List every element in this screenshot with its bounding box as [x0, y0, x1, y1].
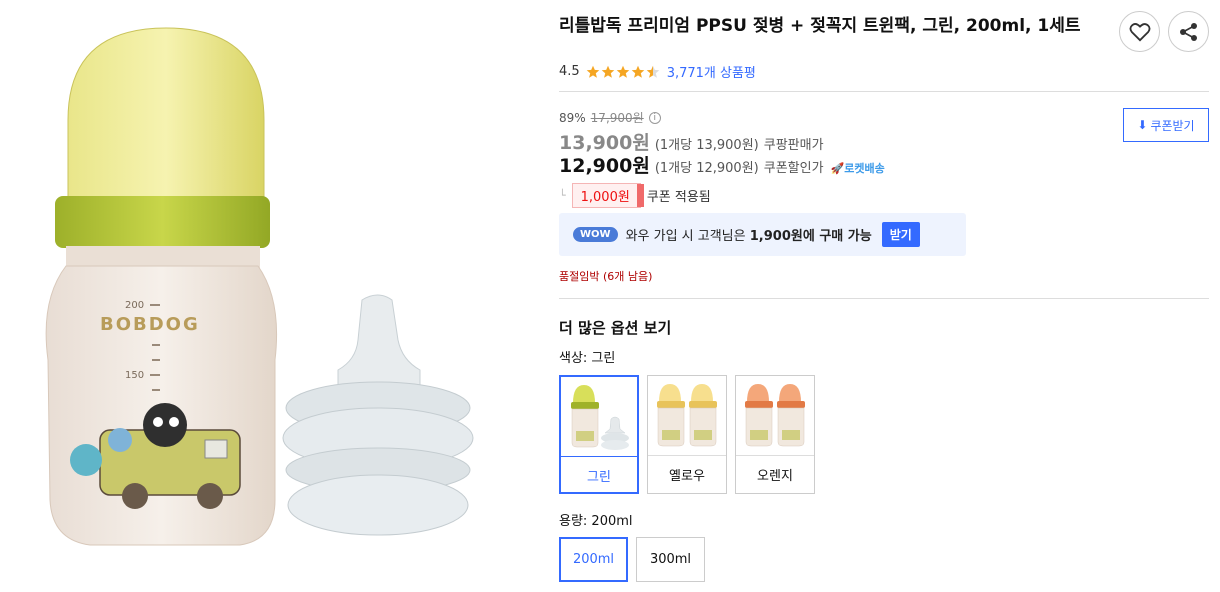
color-option-3[interactable]: 오렌지	[735, 375, 815, 494]
color-option-thumbnail	[648, 376, 726, 456]
wow-text: 와우 가입 시 고객님은 1,900원에 구매 가능	[625, 229, 872, 244]
baby-bottle-illustration: 200 150 BOBDOG	[45, 27, 474, 546]
heart-icon	[1129, 22, 1150, 41]
star-icon	[586, 65, 599, 78]
coupon-applied-row: └ 1,000원 쿠폰 적용됨	[559, 183, 711, 208]
rating-row: 4.5 3,771개 상품평	[559, 62, 756, 81]
svg-text:200: 200	[125, 300, 144, 311]
discount-rate: 89%	[559, 110, 586, 125]
capacity-option-2[interactable]: 300ml	[636, 537, 705, 582]
rocket-icon: 🚀	[830, 162, 845, 175]
star-icon	[631, 65, 644, 78]
product-title: 리틀밥독 프리미엄 PPSU 젖병 + 젖꼭지 트윈팩, 그린, 200ml, …	[559, 16, 1081, 36]
star-icon	[601, 65, 614, 78]
color-option-2[interactable]: 옐로우	[647, 375, 727, 494]
product-image[interactable]: 200 150 BOBDOG	[0, 0, 540, 592]
rating-score: 4.5	[559, 64, 580, 79]
color-option-thumbnail	[736, 376, 814, 456]
wishlist-button[interactable]	[1119, 11, 1160, 52]
coupon-amount-tag: 1,000원	[571, 183, 645, 208]
coupon-applied-text: 쿠폰 적용됨	[646, 190, 711, 205]
divider	[559, 91, 1209, 92]
stock-notice: 품절임박 (6개 남음)	[559, 270, 653, 283]
share-icon	[1179, 22, 1197, 41]
discount-row: 89% 17,900원 i	[559, 109, 661, 126]
star-rating	[586, 65, 660, 79]
review-count-link[interactable]: 3,771개 상품평	[667, 62, 756, 81]
get-coupon-button[interactable]: ⬇ 쿠폰받기	[1123, 108, 1209, 142]
color-option-name: 옐로우	[669, 469, 705, 484]
capacity-option-1[interactable]: 200ml	[559, 537, 628, 582]
original-price: 17,900원	[590, 111, 644, 125]
color-option-thumbnail	[561, 377, 637, 457]
bottle-thumbnail-image	[657, 383, 717, 446]
more-options-heading: 더 많은 옵션 보기	[559, 319, 672, 337]
wow-badge: WOW	[573, 227, 618, 242]
bottle-thumbnail-image	[571, 384, 629, 450]
share-button[interactable]	[1168, 11, 1209, 52]
divider	[559, 298, 1209, 299]
wow-membership-box: WOW 와우 가입 시 고객님은 1,900원에 구매 가능 받기	[559, 213, 966, 256]
svg-text:BOBDOG: BOBDOG	[100, 314, 200, 335]
capacity-option-label: 용량: 200ml	[559, 514, 633, 529]
star-icon	[646, 65, 659, 78]
coupon-price-row: 12,900원 (1개당 12,900원) 쿠폰할인가 🚀로켓배송	[559, 151, 885, 178]
coupon-price-label: 쿠폰할인가	[763, 161, 824, 176]
rocket-delivery-badge: 🚀로켓배송	[830, 162, 885, 175]
color-option-name: 오렌지	[757, 469, 793, 484]
color-option-name: 그린	[587, 470, 611, 485]
coupon-price: 12,900원	[559, 155, 650, 177]
color-option-label: 색상: 그린	[559, 351, 616, 366]
svg-text:150: 150	[125, 370, 144, 381]
star-icon	[616, 65, 629, 78]
corner-icon: └	[559, 189, 566, 202]
bottle-thumbnail-image	[745, 383, 805, 446]
download-icon: ⬇	[1137, 118, 1148, 132]
info-icon[interactable]: i	[648, 111, 661, 124]
coupon-unit-price: (1개당 12,900원)	[654, 161, 759, 176]
wow-get-button[interactable]: 받기	[881, 222, 920, 247]
color-option-1[interactable]: 그린	[559, 375, 639, 494]
